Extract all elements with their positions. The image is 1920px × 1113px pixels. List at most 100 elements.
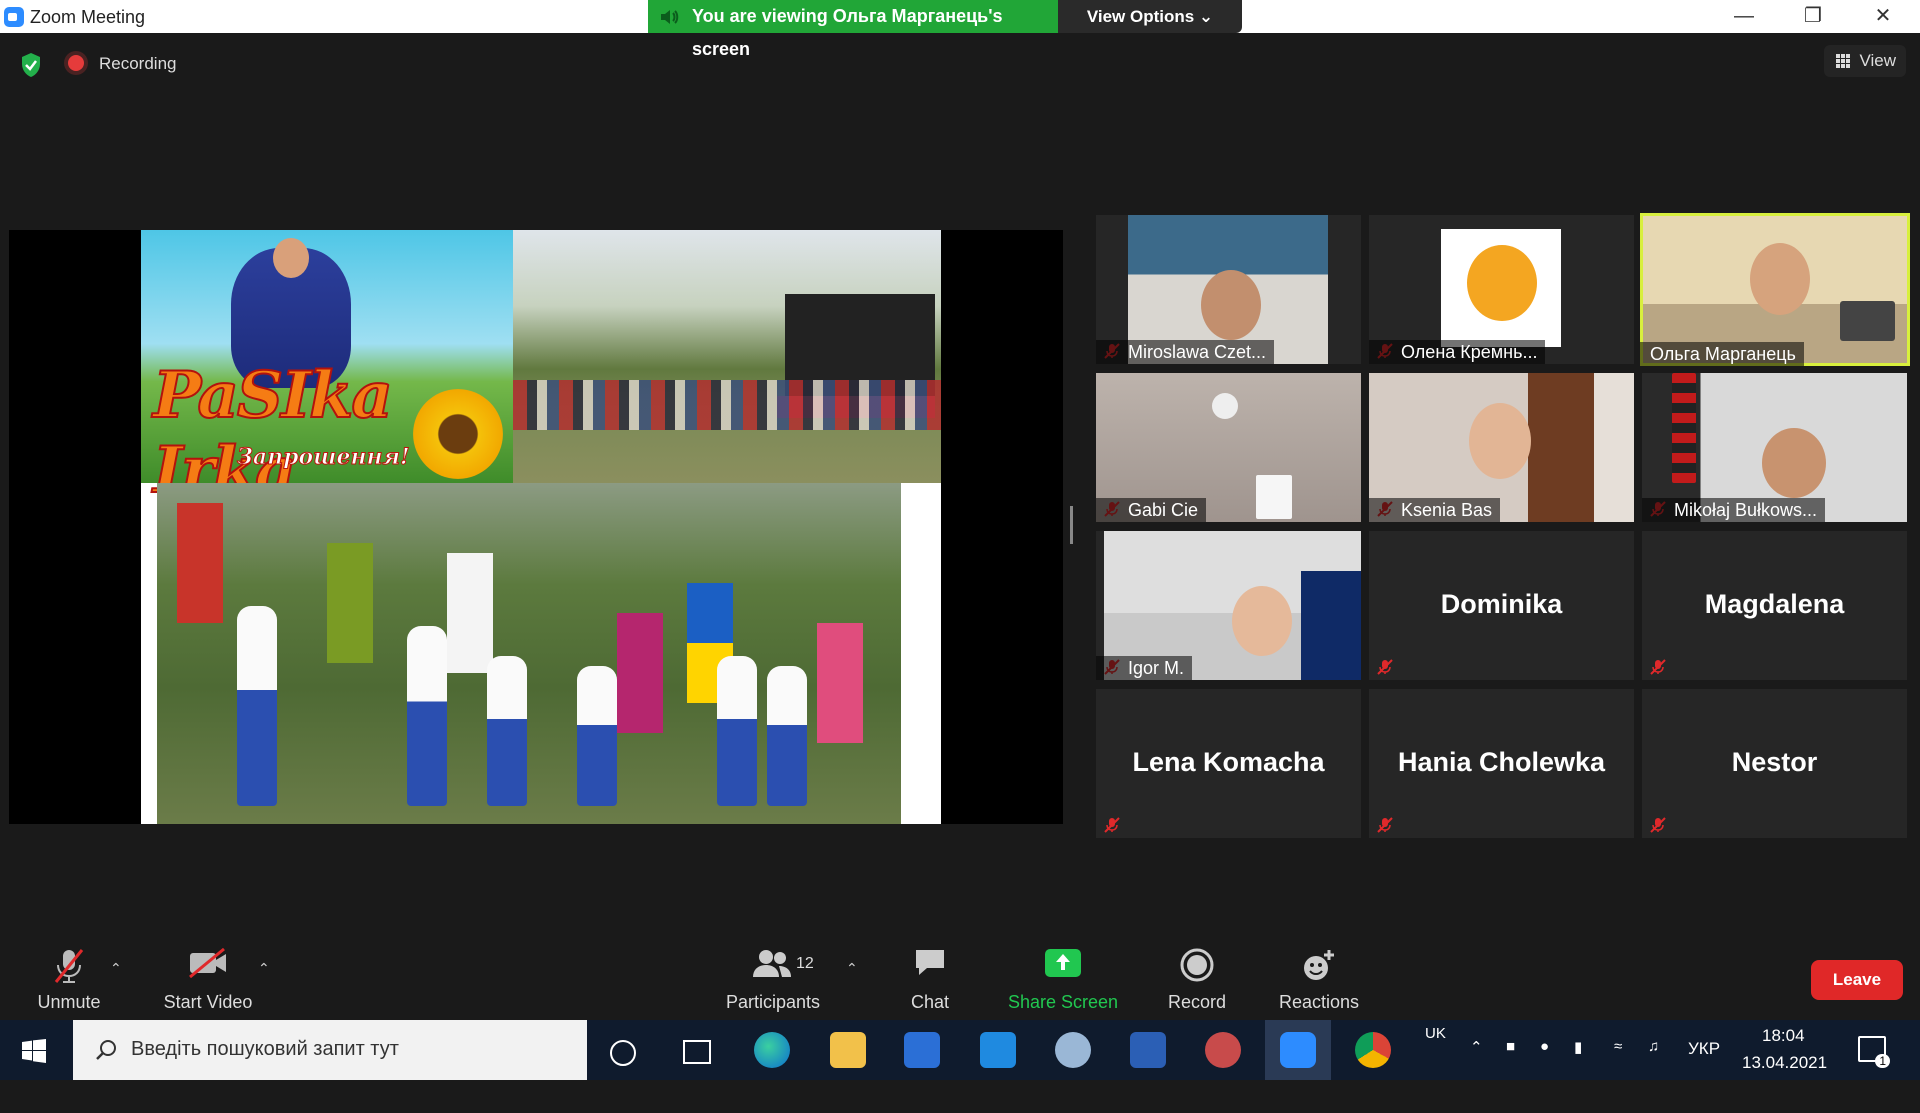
participant-tile[interactable]: Magdalena (1642, 531, 1907, 680)
keyboard-language[interactable]: УКР (1688, 1039, 1720, 1099)
chair-shape (1301, 571, 1361, 680)
participants-button[interactable]: 12 Participants (722, 936, 824, 1020)
festival-logo-image: PaSIka Irka Запрошення! (141, 230, 513, 509)
chat-label: Chat (910, 992, 950, 1012)
video-options-chevron-icon[interactable]: ⌃ (258, 960, 270, 977)
person-shape (767, 666, 807, 806)
muted-mic-icon (1104, 817, 1120, 833)
person-shape (407, 626, 447, 806)
store-icon[interactable] (904, 1032, 940, 1068)
muted-mic-icon (1377, 659, 1393, 675)
minimize-button[interactable]: — (1713, 0, 1775, 33)
participant-name: Gabi Cie (1096, 498, 1207, 522)
security-shield-icon[interactable] (20, 52, 42, 78)
mail-icon[interactable] (980, 1032, 1016, 1068)
close-button[interactable]: ✕ (1852, 0, 1914, 33)
participant-name: Dominika (1440, 589, 1563, 619)
recording-dot-icon (68, 55, 84, 71)
chrome-icon[interactable] (1355, 1032, 1391, 1068)
start-video-button[interactable]: Start Video (158, 936, 258, 1020)
start-video-label: Start Video (163, 992, 253, 1012)
participant-tile[interactable]: Miroslawa Czet... (1096, 215, 1361, 364)
taskbar-search-box[interactable]: Введіть пошуковий запит тут (73, 1020, 587, 1080)
word-icon[interactable] (1130, 1032, 1166, 1068)
search-placeholder: Введіть пошуковий запит тут (131, 1038, 399, 1060)
participant-name: Hania Cholewka (1397, 747, 1606, 777)
task-view-icon[interactable] (683, 1040, 711, 1064)
volume-icon[interactable]: ♫ (1648, 1038, 1659, 1098)
viewing-text: You are viewing Ольга Марганець's screen (692, 6, 1003, 59)
participant-tile[interactable]: Ksenia Bas (1369, 373, 1634, 522)
language-indicator[interactable]: UK (1425, 1025, 1446, 1085)
record-button[interactable]: Record (1162, 936, 1232, 1020)
participant-tile[interactable]: Mikołaj Bułkows... (1642, 373, 1907, 522)
participant-tile[interactable]: Dominika (1369, 531, 1634, 680)
person-face (1232, 586, 1292, 656)
clock-date[interactable]: 13.04.2021 (1742, 1053, 1827, 1113)
zoom-app-icon (4, 7, 24, 27)
participant-tile[interactable]: Олена Кремнь... (1369, 215, 1634, 364)
participant-name: Magdalena (1704, 589, 1845, 619)
participants-icon (753, 950, 791, 977)
person-face (1469, 403, 1531, 479)
person-shape (487, 656, 527, 806)
participant-tile[interactable]: Hania Cholewka (1369, 689, 1634, 838)
person-shape (717, 656, 757, 806)
record-icon (1180, 948, 1214, 982)
chat-button[interactable]: Chat (900, 936, 960, 1020)
red-flag-shape (177, 503, 223, 623)
shared-slide: PaSIka Irka Запрошення! (141, 230, 941, 824)
share-screen-button[interactable]: Share Screen (1008, 936, 1118, 1020)
unmute-button[interactable]: Unmute (28, 936, 110, 1020)
participant-tile[interactable]: Lena Komacha (1096, 689, 1361, 838)
battery-icon[interactable]: ▮ (1574, 1038, 1582, 1098)
cortana-icon[interactable] (610, 1040, 636, 1066)
tray-chevron-up-icon[interactable]: ⌃ (1470, 1038, 1483, 1098)
muted-mic-icon (1650, 659, 1666, 675)
audio-options-chevron-icon[interactable]: ⌃ (110, 960, 122, 977)
participants-label: Participants (725, 992, 821, 1012)
microphone-icon[interactable]: ● (1540, 1038, 1549, 1098)
paint-icon[interactable] (1055, 1032, 1091, 1068)
purple-flag-shape (617, 613, 663, 733)
window-title: Zoom Meeting (30, 7, 146, 27)
participant-tile[interactable]: Igor M. (1096, 531, 1361, 680)
reactions-button[interactable]: Reactions (1274, 936, 1364, 1020)
participant-name: Nestor (1731, 747, 1818, 777)
participant-name: Олена Кремнь... (1369, 340, 1546, 364)
person-shape (237, 606, 277, 806)
lamp-shape (1212, 393, 1238, 419)
meet-now-icon[interactable]: ■ (1506, 1038, 1515, 1098)
crowd-shape (513, 380, 941, 430)
participant-name: Mikołaj Bułkows... (1642, 498, 1826, 522)
windows-start-icon[interactable] (22, 1039, 46, 1063)
person-face (1750, 243, 1810, 315)
participant-tile-active-speaker[interactable]: Ольга Марганець (1640, 213, 1910, 366)
view-button[interactable]: View (1824, 45, 1906, 77)
festival-crowd-photo (513, 230, 941, 483)
reactions-icon (1304, 950, 1334, 980)
logo-subtitle: Запрошення! (237, 444, 411, 471)
edge-icon[interactable] (754, 1032, 790, 1068)
participant-tile[interactable]: Gabi Cie (1096, 373, 1361, 522)
participants-count: 12 (796, 955, 814, 972)
notifications-icon[interactable]: 1 (1858, 1036, 1890, 1068)
person-shape (577, 666, 617, 806)
splitter-handle[interactable] (1070, 506, 1073, 544)
video-off-icon (189, 948, 226, 978)
participants-options-chevron-icon[interactable]: ⌃ (846, 960, 858, 977)
wifi-icon[interactable]: ≈ (1614, 1038, 1622, 1098)
view-options-dropdown[interactable]: View Options ⌄ (1058, 0, 1242, 33)
window-shape (1256, 475, 1292, 519)
leave-button[interactable]: Leave (1811, 960, 1903, 1000)
person-face (1201, 270, 1261, 340)
participant-tile[interactable]: Nestor (1642, 689, 1907, 838)
zoom-taskbar-button[interactable] (1265, 1020, 1331, 1080)
zoom-icon (1280, 1032, 1316, 1068)
app-icon[interactable] (1205, 1032, 1241, 1068)
participant-name: Ольга Марганець (1640, 342, 1804, 366)
file-explorer-icon[interactable] (830, 1032, 866, 1068)
restore-button[interactable]: ❐ (1782, 0, 1844, 33)
green-flag-shape (327, 543, 373, 663)
share-screen-icon (1045, 949, 1081, 977)
